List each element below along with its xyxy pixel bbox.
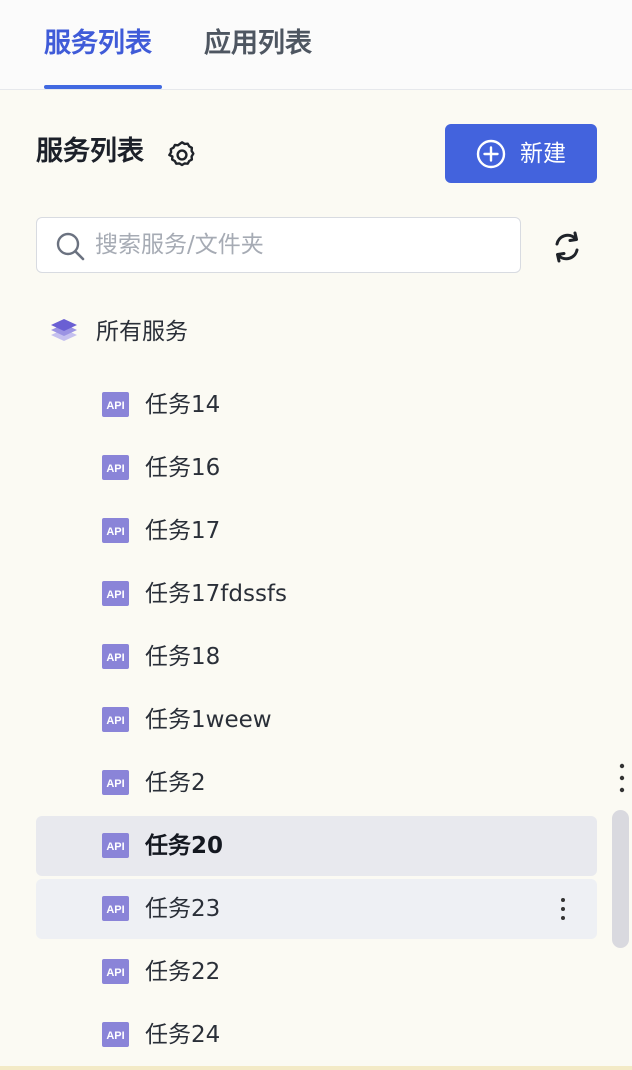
tab-app-list[interactable]: 应用列表	[204, 26, 312, 66]
service-row[interactable]: API 任务22	[36, 942, 597, 1002]
tab-service-list[interactable]: 服务列表	[44, 26, 152, 66]
service-row[interactable]: API 任务1weew	[36, 690, 597, 750]
service-row[interactable]: API 任务24	[36, 1005, 597, 1065]
svg-text:API: API	[106, 904, 124, 916]
more-vertical-icon[interactable]	[559, 895, 567, 923]
top-tab-bar: 服务列表 应用列表	[0, 0, 632, 90]
svg-text:API: API	[106, 526, 124, 538]
api-icon: API	[102, 1022, 129, 1047]
api-icon: API	[102, 455, 129, 480]
search-box	[36, 217, 521, 273]
new-button-label: 新建	[520, 140, 566, 167]
service-name: 任务17	[145, 518, 221, 544]
api-icon: API	[102, 644, 129, 669]
api-icon: API	[102, 581, 129, 606]
service-row[interactable]: API 任务23	[36, 879, 597, 939]
service-name: 任务16	[145, 455, 221, 481]
plus-circle-icon	[476, 139, 506, 168]
service-name: 任务24	[145, 1022, 221, 1048]
svg-text:API: API	[106, 715, 124, 727]
svg-text:API: API	[106, 400, 124, 412]
svg-text:API: API	[106, 778, 124, 790]
service-name: 任务14	[145, 392, 221, 418]
service-name: 任务22	[145, 959, 221, 985]
search-icon	[56, 232, 85, 261]
api-icon: API	[102, 518, 129, 543]
gear-icon[interactable]	[166, 139, 198, 171]
api-icon: API	[102, 770, 129, 795]
service-name: 任务1weew	[145, 707, 272, 733]
svg-text:API: API	[106, 841, 124, 853]
api-icon: API	[102, 707, 129, 732]
api-icon: API	[102, 896, 129, 921]
svg-text:API: API	[106, 589, 124, 601]
service-row[interactable]: API 任务20	[36, 816, 597, 876]
service-name: 任务2	[145, 770, 206, 796]
api-icon: API	[102, 833, 129, 858]
svg-text:API: API	[106, 1030, 124, 1042]
layers-icon	[51, 319, 77, 341]
more-vertical-icon[interactable]	[618, 762, 626, 794]
service-row[interactable]: API 任务14	[36, 375, 597, 435]
api-icon: API	[102, 959, 129, 984]
svg-text:API: API	[106, 967, 124, 979]
all-services-node[interactable]: 所有服务	[48, 312, 588, 352]
service-row[interactable]: API 任务17fdssfs	[36, 564, 597, 624]
service-name: 任务23	[145, 896, 221, 922]
service-name: 任务17fdssfs	[145, 581, 288, 607]
service-row[interactable]: API 任务18	[36, 627, 597, 687]
service-name: 任务18	[145, 644, 221, 670]
active-tab-indicator	[44, 85, 162, 89]
svg-text:API: API	[106, 652, 124, 664]
bottom-edge	[0, 1066, 632, 1070]
service-row[interactable]: API 任务16	[36, 438, 597, 498]
panel-title: 服务列表	[36, 136, 144, 167]
service-panel: 服务列表 新建 所有服务 API 任务14 API 任务16 API 任务17	[0, 90, 632, 1070]
search-input[interactable]	[95, 226, 505, 264]
service-row[interactable]: API 任务2	[36, 753, 597, 813]
service-name: 任务20	[145, 833, 224, 859]
refresh-icon[interactable]	[550, 230, 584, 264]
all-services-label: 所有服务	[96, 319, 188, 345]
svg-text:API: API	[106, 463, 124, 475]
new-button[interactable]: 新建	[445, 124, 597, 183]
service-row[interactable]: API 任务17	[36, 501, 597, 561]
api-icon: API	[102, 392, 129, 417]
scrollbar-thumb[interactable]	[612, 810, 629, 948]
